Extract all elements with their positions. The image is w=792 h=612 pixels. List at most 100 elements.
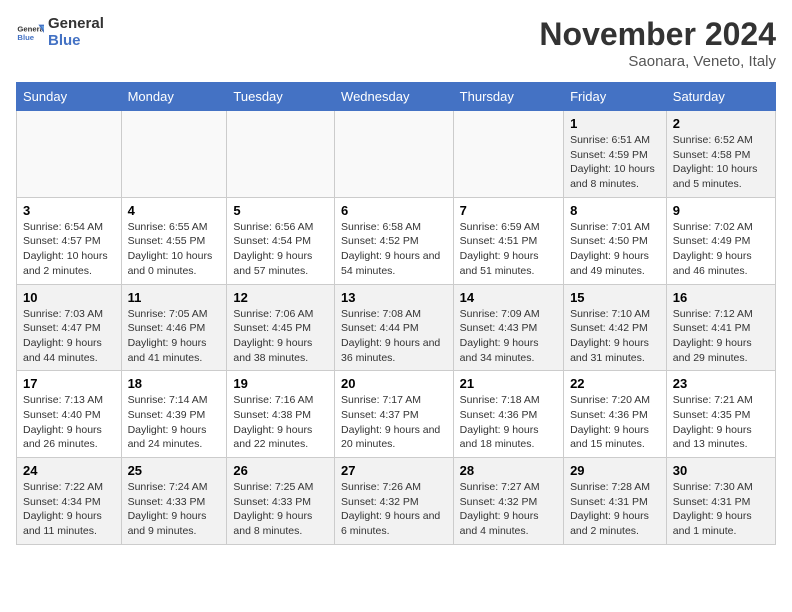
day-number: 1 <box>570 116 660 131</box>
header-row: SundayMondayTuesdayWednesdayThursdayFrid… <box>17 83 776 111</box>
calendar-body: 1 Sunrise: 6:51 AM Sunset: 4:59 PM Daylig… <box>17 111 776 545</box>
calendar-week-row: 3 Sunrise: 6:54 AM Sunset: 4:57 PM Daylig… <box>17 197 776 284</box>
day-number: 17 <box>23 376 115 391</box>
calendar-cell: 7 Sunrise: 6:59 AM Sunset: 4:51 PM Daylig… <box>453 197 563 284</box>
logo: General Blue General Blue <box>16 16 104 49</box>
day-info: Sunrise: 7:16 AM Sunset: 4:38 PM Dayligh… <box>233 393 328 452</box>
calendar-cell: 12Sunrise: 7:06 AM Sunset: 4:45 PM Dayli… <box>227 284 335 371</box>
subtitle: Saonara, Veneto, Italy <box>539 53 776 70</box>
day-number: 2 <box>673 116 769 131</box>
calendar-cell: 28 Sunrise: 7:27 AM Sunset: 4:32 PM Dayli… <box>453 458 563 545</box>
calendar-cell: 19 Sunrise: 7:16 AM Sunset: 4:38 PM Dayli… <box>227 371 335 458</box>
title-section: November 2024 Saonara, Veneto, Italy <box>539 16 776 70</box>
day-info: Sunrise: 7:08 AM Sunset: 4:44 PM Dayligh… <box>341 307 447 366</box>
calendar-cell: 10 Sunrise: 7:03 AM Sunset: 4:47 PM Dayli… <box>17 284 122 371</box>
day-number: 28 <box>460 463 557 478</box>
calendar-cell: 21 Sunrise: 7:18 AM Sunset: 4:36 PM Dayli… <box>453 371 563 458</box>
day-number: 12 <box>233 290 328 305</box>
day-info: Sunrise: 7:25 AM Sunset: 4:33 PM Dayligh… <box>233 480 328 539</box>
day-number: 4 <box>128 203 221 218</box>
day-number: 29 <box>570 463 660 478</box>
day-info: Sunrise: 6:55 AM Sunset: 4:55 PM Dayligh… <box>128 220 221 279</box>
day-number: 25 <box>128 463 221 478</box>
day-number: 15 <box>570 290 660 305</box>
calendar-cell: 14Sunrise: 7:09 AM Sunset: 4:43 PM Dayli… <box>453 284 563 371</box>
calendar-cell: 30 Sunrise: 7:30 AM Sunset: 4:31 PM Dayli… <box>666 458 775 545</box>
day-number: 22 <box>570 376 660 391</box>
day-number: 5 <box>233 203 328 218</box>
logo-general-text: General <box>48 16 104 33</box>
day-number: 27 <box>341 463 447 478</box>
day-number: 26 <box>233 463 328 478</box>
weekday-header: Thursday <box>453 83 563 111</box>
calendar-cell <box>17 111 122 198</box>
calendar-cell: 4 Sunrise: 6:55 AM Sunset: 4:55 PM Daylig… <box>121 197 227 284</box>
calendar-cell: 24Sunrise: 7:22 AM Sunset: 4:34 PM Dayli… <box>17 458 122 545</box>
calendar-cell: 25 Sunrise: 7:24 AM Sunset: 4:33 PM Dayli… <box>121 458 227 545</box>
day-info: Sunrise: 6:51 AM Sunset: 4:59 PM Dayligh… <box>570 133 660 192</box>
day-info: Sunrise: 7:09 AM Sunset: 4:43 PM Dayligh… <box>460 307 557 366</box>
calendar-week-row: 1 Sunrise: 6:51 AM Sunset: 4:59 PM Daylig… <box>17 111 776 198</box>
calendar-cell: 23Sunrise: 7:21 AM Sunset: 4:35 PM Dayli… <box>666 371 775 458</box>
weekday-header: Friday <box>564 83 667 111</box>
day-number: 24 <box>23 463 115 478</box>
day-info: Sunrise: 7:18 AM Sunset: 4:36 PM Dayligh… <box>460 393 557 452</box>
day-info: Sunrise: 7:21 AM Sunset: 4:35 PM Dayligh… <box>673 393 769 452</box>
day-info: Sunrise: 7:13 AM Sunset: 4:40 PM Dayligh… <box>23 393 115 452</box>
calendar-cell: 27Sunrise: 7:26 AM Sunset: 4:32 PM Dayli… <box>335 458 454 545</box>
logo-blue-text: Blue <box>48 33 104 50</box>
day-number: 20 <box>341 376 447 391</box>
calendar-cell: 29Sunrise: 7:28 AM Sunset: 4:31 PM Dayli… <box>564 458 667 545</box>
logo-icon: General Blue <box>16 19 44 47</box>
day-number: 30 <box>673 463 769 478</box>
weekday-header: Sunday <box>17 83 122 111</box>
weekday-header: Monday <box>121 83 227 111</box>
calendar-cell: 13Sunrise: 7:08 AM Sunset: 4:44 PM Dayli… <box>335 284 454 371</box>
page-header: General Blue General Blue November 2024 … <box>16 16 776 70</box>
day-info: Sunrise: 6:59 AM Sunset: 4:51 PM Dayligh… <box>460 220 557 279</box>
calendar-cell: 20 Sunrise: 7:17 AM Sunset: 4:37 PM Dayli… <box>335 371 454 458</box>
day-info: Sunrise: 6:56 AM Sunset: 4:54 PM Dayligh… <box>233 220 328 279</box>
calendar-cell: 26 Sunrise: 7:25 AM Sunset: 4:33 PM Dayli… <box>227 458 335 545</box>
day-number: 21 <box>460 376 557 391</box>
day-info: Sunrise: 6:52 AM Sunset: 4:58 PM Dayligh… <box>673 133 769 192</box>
calendar-cell: 18 Sunrise: 7:14 AM Sunset: 4:39 PM Dayli… <box>121 371 227 458</box>
calendar-cell <box>227 111 335 198</box>
calendar-cell: 15 Sunrise: 7:10 AM Sunset: 4:42 PM Dayli… <box>564 284 667 371</box>
weekday-header: Saturday <box>666 83 775 111</box>
day-info: Sunrise: 7:17 AM Sunset: 4:37 PM Dayligh… <box>341 393 447 452</box>
calendar-cell: 3 Sunrise: 6:54 AM Sunset: 4:57 PM Daylig… <box>17 197 122 284</box>
day-info: Sunrise: 6:54 AM Sunset: 4:57 PM Dayligh… <box>23 220 115 279</box>
calendar-cell <box>121 111 227 198</box>
day-info: Sunrise: 7:24 AM Sunset: 4:33 PM Dayligh… <box>128 480 221 539</box>
calendar-cell: 22 Sunrise: 7:20 AM Sunset: 4:36 PM Dayli… <box>564 371 667 458</box>
calendar-cell: 8Sunrise: 7:01 AM Sunset: 4:50 PM Daylig… <box>564 197 667 284</box>
day-info: Sunrise: 7:30 AM Sunset: 4:31 PM Dayligh… <box>673 480 769 539</box>
day-info: Sunrise: 6:58 AM Sunset: 4:52 PM Dayligh… <box>341 220 447 279</box>
svg-text:Blue: Blue <box>17 33 34 42</box>
day-info: Sunrise: 7:10 AM Sunset: 4:42 PM Dayligh… <box>570 307 660 366</box>
calendar-week-row: 17 Sunrise: 7:13 AM Sunset: 4:40 PM Dayli… <box>17 371 776 458</box>
calendar-cell: 17 Sunrise: 7:13 AM Sunset: 4:40 PM Dayli… <box>17 371 122 458</box>
day-info: Sunrise: 7:14 AM Sunset: 4:39 PM Dayligh… <box>128 393 221 452</box>
day-info: Sunrise: 7:02 AM Sunset: 4:49 PM Dayligh… <box>673 220 769 279</box>
day-number: 3 <box>23 203 115 218</box>
day-info: Sunrise: 7:12 AM Sunset: 4:41 PM Dayligh… <box>673 307 769 366</box>
day-number: 10 <box>23 290 115 305</box>
calendar-week-row: 10 Sunrise: 7:03 AM Sunset: 4:47 PM Dayli… <box>17 284 776 371</box>
calendar-cell: 6Sunrise: 6:58 AM Sunset: 4:52 PM Daylig… <box>335 197 454 284</box>
calendar-cell: 11Sunrise: 7:05 AM Sunset: 4:46 PM Dayli… <box>121 284 227 371</box>
day-number: 18 <box>128 376 221 391</box>
calendar-cell: 2 Sunrise: 6:52 AM Sunset: 4:58 PM Daylig… <box>666 111 775 198</box>
day-info: Sunrise: 7:20 AM Sunset: 4:36 PM Dayligh… <box>570 393 660 452</box>
calendar-cell <box>335 111 454 198</box>
day-number: 19 <box>233 376 328 391</box>
day-number: 9 <box>673 203 769 218</box>
day-number: 7 <box>460 203 557 218</box>
day-info: Sunrise: 7:27 AM Sunset: 4:32 PM Dayligh… <box>460 480 557 539</box>
day-info: Sunrise: 7:03 AM Sunset: 4:47 PM Dayligh… <box>23 307 115 366</box>
day-info: Sunrise: 7:05 AM Sunset: 4:46 PM Dayligh… <box>128 307 221 366</box>
calendar-cell: 9 Sunrise: 7:02 AM Sunset: 4:49 PM Daylig… <box>666 197 775 284</box>
day-number: 16 <box>673 290 769 305</box>
calendar-table: SundayMondayTuesdayWednesdayThursdayFrid… <box>16 82 776 545</box>
